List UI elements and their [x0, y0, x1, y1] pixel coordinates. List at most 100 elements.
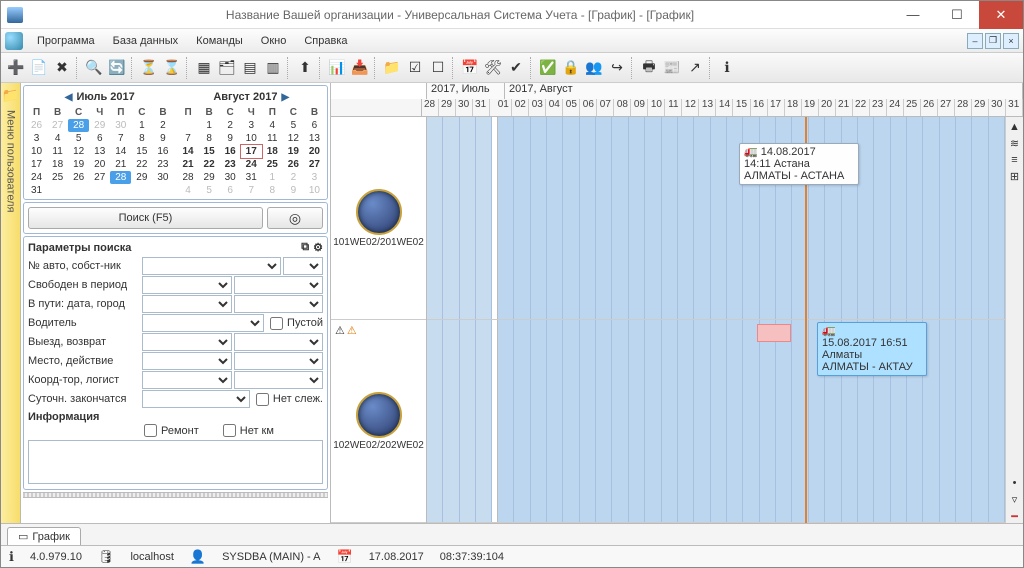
tb-sel-icon[interactable]: ☑ [404, 57, 426, 79]
warning-icon: ⚠ [335, 324, 345, 337]
rs-minus-icon[interactable]: ━ [1011, 510, 1018, 523]
side-tabstrip[interactable]: 📁 Меню пользователя [1, 83, 21, 523]
gantt-chart: 2017, Июль 2017, Август 2829303101020304… [331, 83, 1023, 523]
driver-select[interactable] [142, 314, 264, 332]
tb-users-icon[interactable]: 👥 [583, 57, 605, 79]
mdi-close[interactable]: × [1003, 33, 1019, 49]
rs-up-icon[interactable]: ▲ [1009, 121, 1020, 133]
splitter[interactable] [23, 492, 328, 498]
coord-select[interactable] [142, 371, 232, 389]
empty-check[interactable] [270, 317, 283, 330]
rs-dot-icon[interactable]: • [1013, 477, 1017, 489]
alert-icon: ⚠ [347, 324, 357, 337]
depart-select[interactable] [142, 333, 232, 351]
tb-info-icon[interactable]: ℹ [716, 57, 738, 79]
scania-logo-icon [356, 189, 402, 235]
rs-tri-icon[interactable]: ▿ [1012, 493, 1018, 506]
tb-ok-icon[interactable]: ✅ [537, 57, 559, 79]
right-toolstrip: ▲ ≋ ≡ ⊞ • ▿ ━ [1005, 117, 1023, 523]
tb-print-icon[interactable]: 🖶 [638, 57, 660, 79]
owner-select[interactable] [283, 257, 323, 275]
route-city[interactable] [234, 295, 324, 313]
tb-preview-icon[interactable]: 📰 [661, 57, 683, 79]
left-panel: ◀Июль 2017 ПВСЧПСВ2627282930123456789101… [21, 83, 331, 523]
truck-icon: 🚛 [744, 146, 758, 158]
auto-select[interactable] [142, 257, 281, 275]
tb-grid-icon[interactable]: ▦ [193, 57, 215, 79]
search-params: Параметры поиска ⧉⚙ № авто, собст-ник Св… [23, 236, 328, 490]
mdi-minimize[interactable]: – [967, 33, 983, 49]
calendar-july[interactable]: ◀Июль 2017 ПВСЧПСВ2627282930123456789101… [24, 86, 176, 199]
cal-prev-icon[interactable]: ◀ [65, 92, 73, 103]
tb-copy-icon[interactable]: 📄 [28, 57, 50, 79]
status-cal-icon: 📅 [337, 549, 353, 565]
gear-icon[interactable]: ⚙ [313, 241, 323, 254]
search-button[interactable]: Поиск (F5) [28, 207, 263, 229]
daily-select[interactable] [142, 390, 250, 408]
tb-filter-icon[interactable]: ⏳ [138, 57, 160, 79]
resource-code: 102WE02/202WE02 [333, 440, 424, 451]
nokm-check[interactable] [223, 424, 236, 437]
params-header: Параметры поиска [28, 242, 131, 254]
tb-group-icon[interactable]: ▤ [239, 57, 261, 79]
rs-eq-icon[interactable]: ≡ [1011, 154, 1017, 166]
tab-chart[interactable]: ▭График [7, 527, 81, 545]
tb-cal-icon[interactable]: 📅 [459, 57, 481, 79]
tb-filter2-icon[interactable]: ⌛ [161, 57, 183, 79]
tb-tree-icon[interactable]: 🗂 [216, 57, 238, 79]
return-select[interactable] [234, 333, 324, 351]
action-select[interactable] [234, 352, 324, 370]
tb-list-icon[interactable]: ▥ [262, 57, 284, 79]
tb-new-icon[interactable]: ➕ [5, 57, 27, 79]
cal-next-icon[interactable]: ▶ [281, 92, 289, 103]
free-to[interactable] [234, 276, 324, 294]
event-card[interactable]: 🚛 15.08.2017 16:51 Алматы АЛМАТЫ - АКТАУ [817, 322, 927, 376]
route-date[interactable] [142, 295, 232, 313]
mdi-restore[interactable]: ❐ [985, 33, 1001, 49]
month-august: 2017, Август [505, 83, 1023, 99]
rs-zoom-icon[interactable]: ⊞ [1010, 170, 1019, 183]
status-bar: ℹ4.0.979.10 🛢localhost 👤SYSDBA (MAIN) - … [1, 545, 1023, 567]
menu-help[interactable]: Справка [296, 33, 355, 49]
tb-import-icon[interactable]: 📥 [349, 57, 371, 79]
copy-icon[interactable]: ⧉ [301, 241, 309, 254]
close-button[interactable]: ✕ [979, 1, 1023, 29]
tb-delete-icon[interactable]: ✖ [51, 57, 73, 79]
menu-program[interactable]: Программа [29, 33, 103, 49]
menu-window[interactable]: Окно [253, 33, 295, 49]
month-july: 2017, Июль [427, 83, 505, 99]
tb-excel-icon[interactable]: 📊 [326, 57, 348, 79]
tb-tools-icon[interactable]: 🛠 [482, 57, 504, 79]
minimize-button[interactable]: — [891, 1, 935, 29]
logist-select[interactable] [234, 371, 324, 389]
maximize-button[interactable]: ☐ [935, 1, 979, 29]
tb-lock-icon[interactable]: 🔒 [560, 57, 582, 79]
scania-logo-icon [356, 392, 402, 438]
menu-database[interactable]: База данных [105, 33, 187, 49]
menu-commands[interactable]: Команды [188, 33, 251, 49]
tb-search-icon[interactable]: 🔍 [83, 57, 105, 79]
tb-unsel-icon[interactable]: ☐ [427, 57, 449, 79]
tb-folder-icon[interactable]: 📁 [381, 57, 403, 79]
free-from[interactable] [142, 276, 232, 294]
info-textarea[interactable] [28, 440, 323, 484]
repair-check[interactable] [144, 424, 157, 437]
titlebar: Название Вашей организации - Универсальн… [1, 1, 1023, 29]
status-db-icon: 🛢 [98, 549, 115, 565]
resource-row[interactable]: 101WE02/201WE02 [331, 117, 426, 320]
folder-icon: 📁 [2, 87, 19, 104]
tb-up-icon[interactable]: ⬆ [294, 57, 316, 79]
tb-share-icon[interactable]: ↗ [684, 57, 706, 79]
notrack-check[interactable] [256, 393, 269, 406]
event-card[interactable]: 🚛14.08.2017 14:11 Астана АЛМАТЫ - АСТАНА [739, 143, 859, 185]
calendar-august[interactable]: Август 2017▶ ПВСЧПСВ12345678910111213141… [176, 86, 328, 199]
rs-layers-icon[interactable]: ≋ [1010, 137, 1019, 150]
calendar-panel: ◀Июль 2017 ПВСЧПСВ2627282930123456789101… [23, 85, 328, 200]
place-select[interactable] [142, 352, 232, 370]
tb-exit-icon[interactable]: ↪ [606, 57, 628, 79]
conflict-block[interactable] [757, 324, 791, 342]
resource-row[interactable]: ⚠⚠ 102WE02/202WE02 [331, 320, 426, 523]
tb-checks-icon[interactable]: ✔ [505, 57, 527, 79]
target-button[interactable]: ◎ [267, 207, 323, 229]
tb-refresh-icon[interactable]: 🔄 [106, 57, 128, 79]
